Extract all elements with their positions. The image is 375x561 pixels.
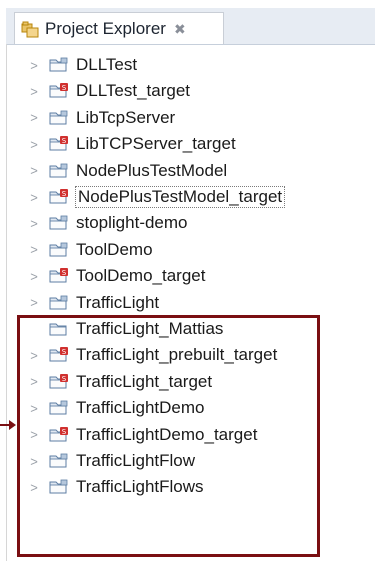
chevron-right-icon[interactable]: > [28,401,40,416]
tree-item[interactable]: TrafficLight_Mattias [28,316,223,342]
chevron-right-icon[interactable]: > [28,242,40,257]
tree-item-label: LibTcpServer [76,107,176,127]
tree-item[interactable]: > stoplight-demo [28,210,188,236]
tree-item[interactable]: > TrafficLight [28,290,159,316]
arrow-pointer-icon [0,420,16,430]
tree-item-label: DLLTest [76,55,138,74]
chevron-right-icon[interactable]: > [28,295,40,310]
close-icon[interactable]: ✖ [174,22,186,36]
tab-project-explorer[interactable]: Project Explorer ✖ [14,12,224,44]
folder-target-icon: S [48,373,70,391]
tree-item[interactable]: > DLLTest [28,52,137,78]
svg-text:S: S [62,84,67,92]
folder-target-icon: S [48,188,70,206]
folder-closed-icon [48,320,70,338]
view-tab-bar: Project Explorer ✖ [6,8,375,45]
svg-text:S: S [62,137,67,145]
chevron-right-icon[interactable]: > [28,110,40,125]
chevron-right-icon[interactable]: > [28,269,40,284]
tree-item[interactable]: > TrafficLightDemo [28,395,205,421]
folder-project-icon [48,109,70,127]
chevron-right-icon[interactable]: > [28,348,40,363]
chevron-right-icon[interactable]: > [28,190,40,205]
tree-item[interactable]: > S NodePlusTestModel_target [28,184,286,210]
tree-item[interactable]: > LibTcpServer [28,105,175,131]
folder-project-icon [48,162,70,180]
tree-item-label: TrafficLightDemo [76,398,205,418]
tree-item-label: TrafficLight [76,292,160,312]
tree-item[interactable]: > S TrafficLight_target [28,369,212,395]
folder-project-icon [48,478,70,496]
folder-project-icon [48,241,70,259]
tree-item[interactable]: > S LibTCPServer_target [28,131,236,157]
folder-project-icon [48,294,70,312]
tree-item[interactable]: > TrafficLightFlow [28,448,195,474]
tree-item[interactable]: > NodePlusTestModel [28,158,227,184]
folder-target-icon: S [48,135,70,153]
tree-item-label: TrafficLight_target [76,371,213,391]
tree-item[interactable]: > S TrafficLightDemo_target [28,422,257,448]
tree-item-label: ToolDemo [76,239,153,259]
tree-item[interactable]: > ToolDemo [28,237,153,263]
folder-project-icon [48,214,70,232]
tree-item-label: TrafficLightFlow [76,451,196,470]
tree-item-label: NodePlusTestModel [76,160,228,180]
tree-item-label: stoplight-demo [76,213,188,233]
svg-text:S: S [62,375,67,383]
folder-project-icon [48,452,70,470]
tree-item[interactable]: > S DLLTest_target [28,78,190,104]
chevron-right-icon[interactable]: > [28,427,40,442]
tree-item-label: TrafficLightFlows [76,477,204,497]
chevron-right-icon[interactable]: > [28,84,40,99]
project-explorer-icon [21,20,39,38]
chevron-right-icon[interactable]: > [28,374,40,389]
chevron-right-icon[interactable]: > [28,216,40,231]
chevron-right-icon[interactable]: > [28,137,40,152]
folder-target-icon: S [48,267,70,285]
svg-text:S: S [62,428,67,436]
tree-item-label: TrafficLightDemo_target [76,424,258,444]
folder-target-icon: S [48,82,70,100]
tree-item-label: DLLTest_target [76,81,191,101]
tree-item-label: LibTCPServer_target [76,134,236,154]
folder-project-icon [48,56,70,74]
tree-item[interactable]: > S TrafficLight_prebuilt_target [28,342,277,368]
tree-item[interactable]: > TrafficLightFlows [28,474,204,500]
svg-text:S: S [62,269,67,277]
chevron-right-icon[interactable]: > [28,454,40,469]
project-explorer-view: Project Explorer ✖ > DLLTest > S DLLTest_tar… [0,0,375,561]
chevron-right-icon[interactable]: > [28,58,40,73]
folder-target-icon: S [48,426,70,444]
tree-item-label: NodePlusTestModel_target [74,186,286,208]
tree-item-label: ToolDemo_target [76,266,206,286]
folder-target-icon: S [48,346,70,364]
tab-title: Project Explorer [45,18,166,38]
folder-project-icon [48,399,70,417]
svg-text:S: S [62,190,67,198]
tree-item[interactable]: > S ToolDemo_target [28,263,205,289]
chevron-right-icon[interactable]: > [28,163,40,178]
svg-text:S: S [62,348,67,356]
tree-item-label: TrafficLight_Mattias [76,319,224,338]
tree-item-label: TrafficLight_prebuilt_target [76,345,278,365]
view-left-border [6,44,7,561]
chevron-right-icon[interactable]: > [28,480,40,495]
